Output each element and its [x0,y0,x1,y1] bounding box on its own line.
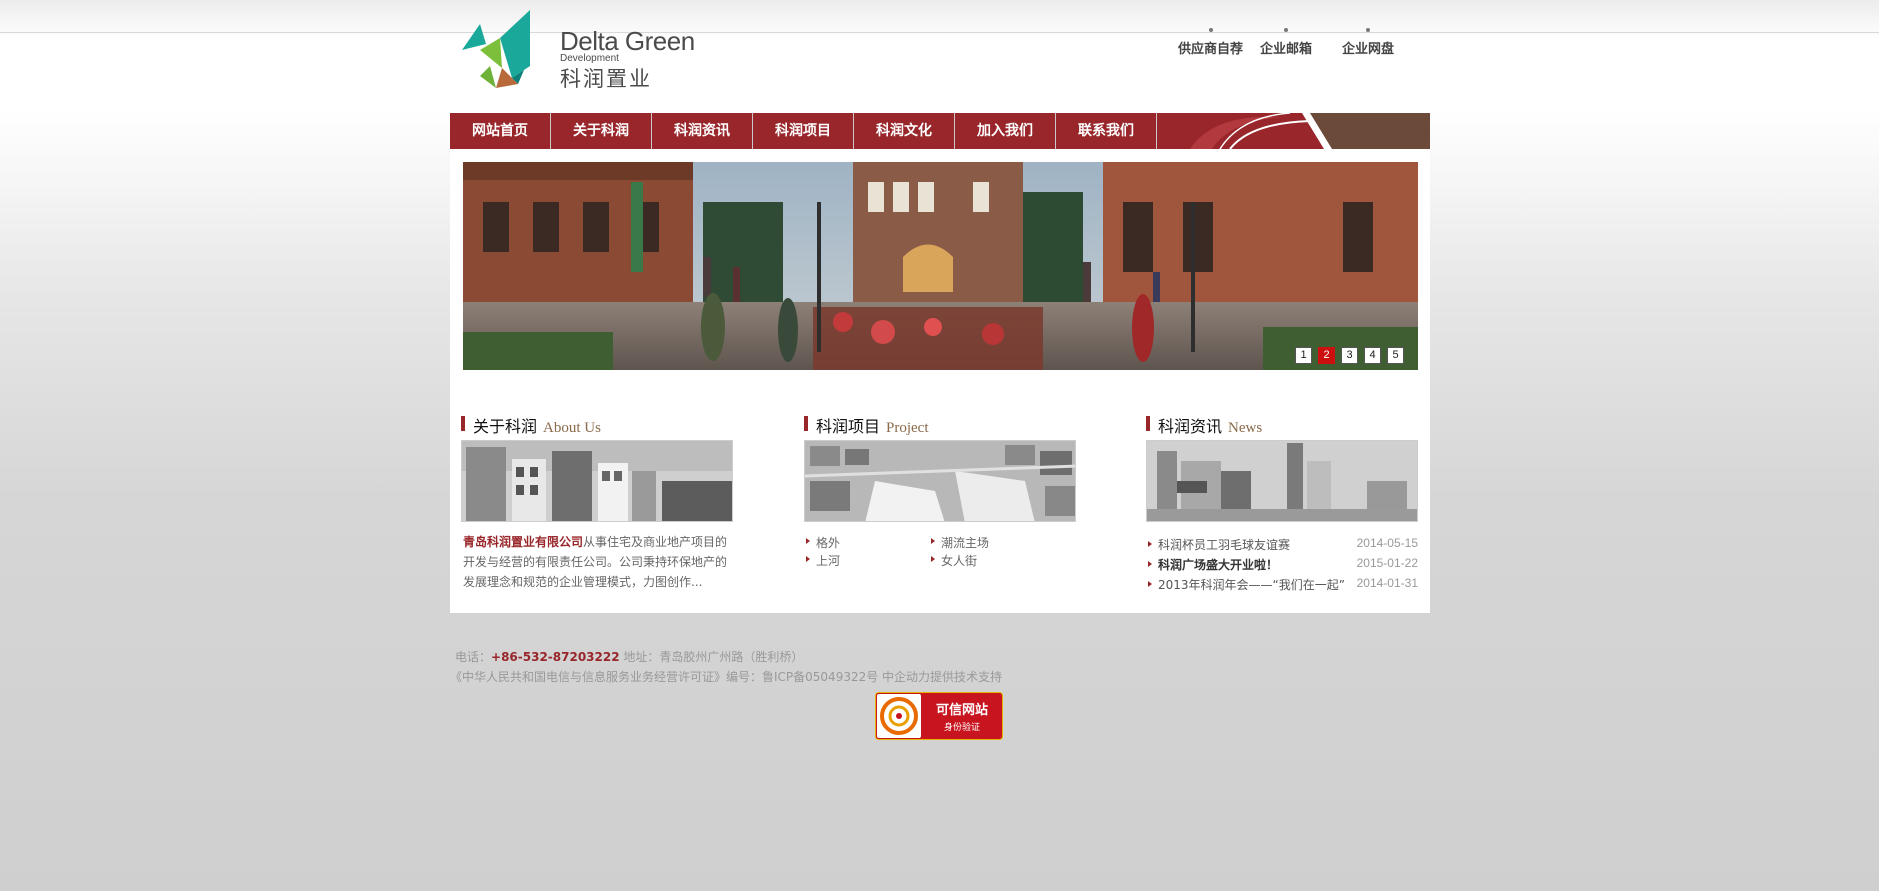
news-title-cn: 科润资讯 [1158,417,1223,436]
project-item-label: 潮流主场 [941,536,990,550]
about-section: 关于科润 About Us 青岛科润置业有限公司从事住宅及商业地产项目的开发与经… [461,413,733,592]
top-link-label: 企业邮箱 [1260,42,1313,57]
top-link-label: 供应商自荐 [1178,42,1244,57]
arrow-right-icon [806,538,810,544]
arrow-right-icon [1148,541,1152,547]
brand-name-cn: 科润置业 [560,67,652,91]
nav-join[interactable]: 加入我们 [955,113,1056,149]
top-link-supplier[interactable]: 供应商自荐 [1178,28,1243,57]
project-title[interactable]: 科润项目 Project [804,413,1076,436]
dot-icon [1284,28,1288,32]
footer-address: 地址：青岛胶州广州路（胜利桥） [619,650,804,664]
nav-news[interactable]: 科润资讯 [652,113,753,149]
project-item[interactable]: 上河 [804,552,840,569]
trusted-site-badge[interactable]: 可信网站 身份验证 [875,692,1003,740]
banner-pager: 1 2 3 4 5 [1295,347,1404,364]
project-list: 格外 潮流主场 上河 女人街 [804,534,1076,574]
header-rule [0,32,1879,33]
arrow-right-icon [931,556,935,562]
news-title[interactable]: 科润资讯 News [1146,413,1418,436]
banner-page-5[interactable]: 5 [1387,347,1404,364]
news-item-title: 科润广场盛大开业啦！ [1158,558,1279,572]
news-item-title: 科润杯员工羽毛球友谊赛 [1158,538,1291,552]
project-section: 科润项目 Project 格外 潮流主场 上河 女人街 [804,413,1076,574]
about-description: 青岛科润置业有限公司从事住宅及商业地产项目的开发与经营的有限责任公司。公司秉持环… [461,532,733,592]
buildings-image [462,441,732,521]
banner-page-2[interactable]: 2 [1318,347,1335,364]
footer-phone-label: 电话： [455,650,492,664]
aerial-view-image [805,441,1075,521]
nav-contact[interactable]: 联系我们 [1056,113,1157,149]
street-scene-image [463,162,1418,370]
nav-decoration [1190,113,1430,149]
city-street-image [1147,441,1417,521]
nav-projects[interactable]: 科润项目 [753,113,854,149]
trusted-seal-icon: 可信网站 身份验证 [875,692,1003,740]
news-item-date: 2014-01-31 [1356,576,1418,590]
nav-about[interactable]: 关于科润 [551,113,652,149]
top-link-label: 企业网盘 [1342,42,1395,57]
site-logo[interactable]: Delta Green Development 科润置业 [460,8,700,92]
project-title-cn: 科润项目 [816,417,881,436]
about-title[interactable]: 关于科润 About Us [461,413,733,436]
news-section: 科润资讯 News 科润杯员工羽毛球友谊赛 2014-05-15 科润广场盛大开… [1146,413,1418,594]
about-image[interactable] [461,440,733,522]
banner-page-1[interactable]: 1 [1295,347,1312,364]
about-title-en: About Us [543,420,601,436]
news-item[interactable]: 科润广场盛大开业啦！ 2015-01-22 [1146,554,1418,574]
project-item-label: 女人街 [941,554,978,568]
arrow-right-icon [1148,581,1152,587]
top-link-mail[interactable]: 企业邮箱 [1260,28,1312,57]
project-item[interactable]: 女人街 [929,552,977,569]
banner-page-3[interactable]: 3 [1341,347,1358,364]
arrow-right-icon [931,538,935,544]
main-nav: 网站首页 关于科润 科润资讯 科润项目 科润文化 加入我们 联系我们 [450,113,1430,149]
news-item[interactable]: 科润杯员工羽毛球友谊赛 2014-05-15 [1146,534,1418,554]
content-panel: 1 2 3 4 5 关于科润 About Us 青岛科润置业有限公司从事住宅及商… [450,149,1430,613]
dot-icon [1366,28,1370,32]
hero-banner[interactable]: 1 2 3 4 5 [463,162,1418,370]
footer-phone: +86-532-87203222 [491,650,620,664]
news-item-title: 2013年科润年会——“我们在一起” [1158,578,1345,592]
arrow-right-icon [806,556,810,562]
project-image[interactable] [804,440,1076,522]
top-link-disk[interactable]: 企业网盘 [1342,28,1394,57]
nav-culture[interactable]: 科润文化 [854,113,955,149]
about-company-link[interactable]: 青岛科润置业有限公司 [463,535,583,549]
news-image[interactable] [1146,440,1418,522]
project-title-en: Project [886,420,929,436]
nav-home[interactable]: 网站首页 [450,113,551,149]
about-title-cn: 关于科润 [473,417,538,436]
project-item[interactable]: 格外 [804,534,840,551]
logo-mark-icon [462,10,530,88]
news-item-date: 2014-05-15 [1356,536,1418,550]
project-item[interactable]: 潮流主场 [929,534,989,551]
footer-contact: 电话：+86-532-87203222 地址：青岛胶州广州路（胜利桥） [455,648,803,665]
dot-icon [1208,28,1213,32]
badge-subtitle: 身份验证 [944,721,980,733]
project-item-label: 格外 [816,536,841,550]
badge-title: 可信网站 [936,702,988,718]
news-title-en: News [1228,420,1263,436]
news-list: 科润杯员工羽毛球友谊赛 2014-05-15 科润广场盛大开业啦！ 2015-0… [1146,534,1418,594]
footer-license: 《中华人民共和国电信与信息服务业务经营许可证》编号：鲁ICP备05049322号… [450,670,1003,684]
news-item[interactable]: 2013年科润年会——“我们在一起” 2014-01-31 [1146,574,1418,594]
news-item-date: 2015-01-22 [1356,556,1418,570]
project-item-label: 上河 [816,554,841,568]
arrow-right-icon [1148,561,1152,567]
banner-page-4[interactable]: 4 [1364,347,1381,364]
